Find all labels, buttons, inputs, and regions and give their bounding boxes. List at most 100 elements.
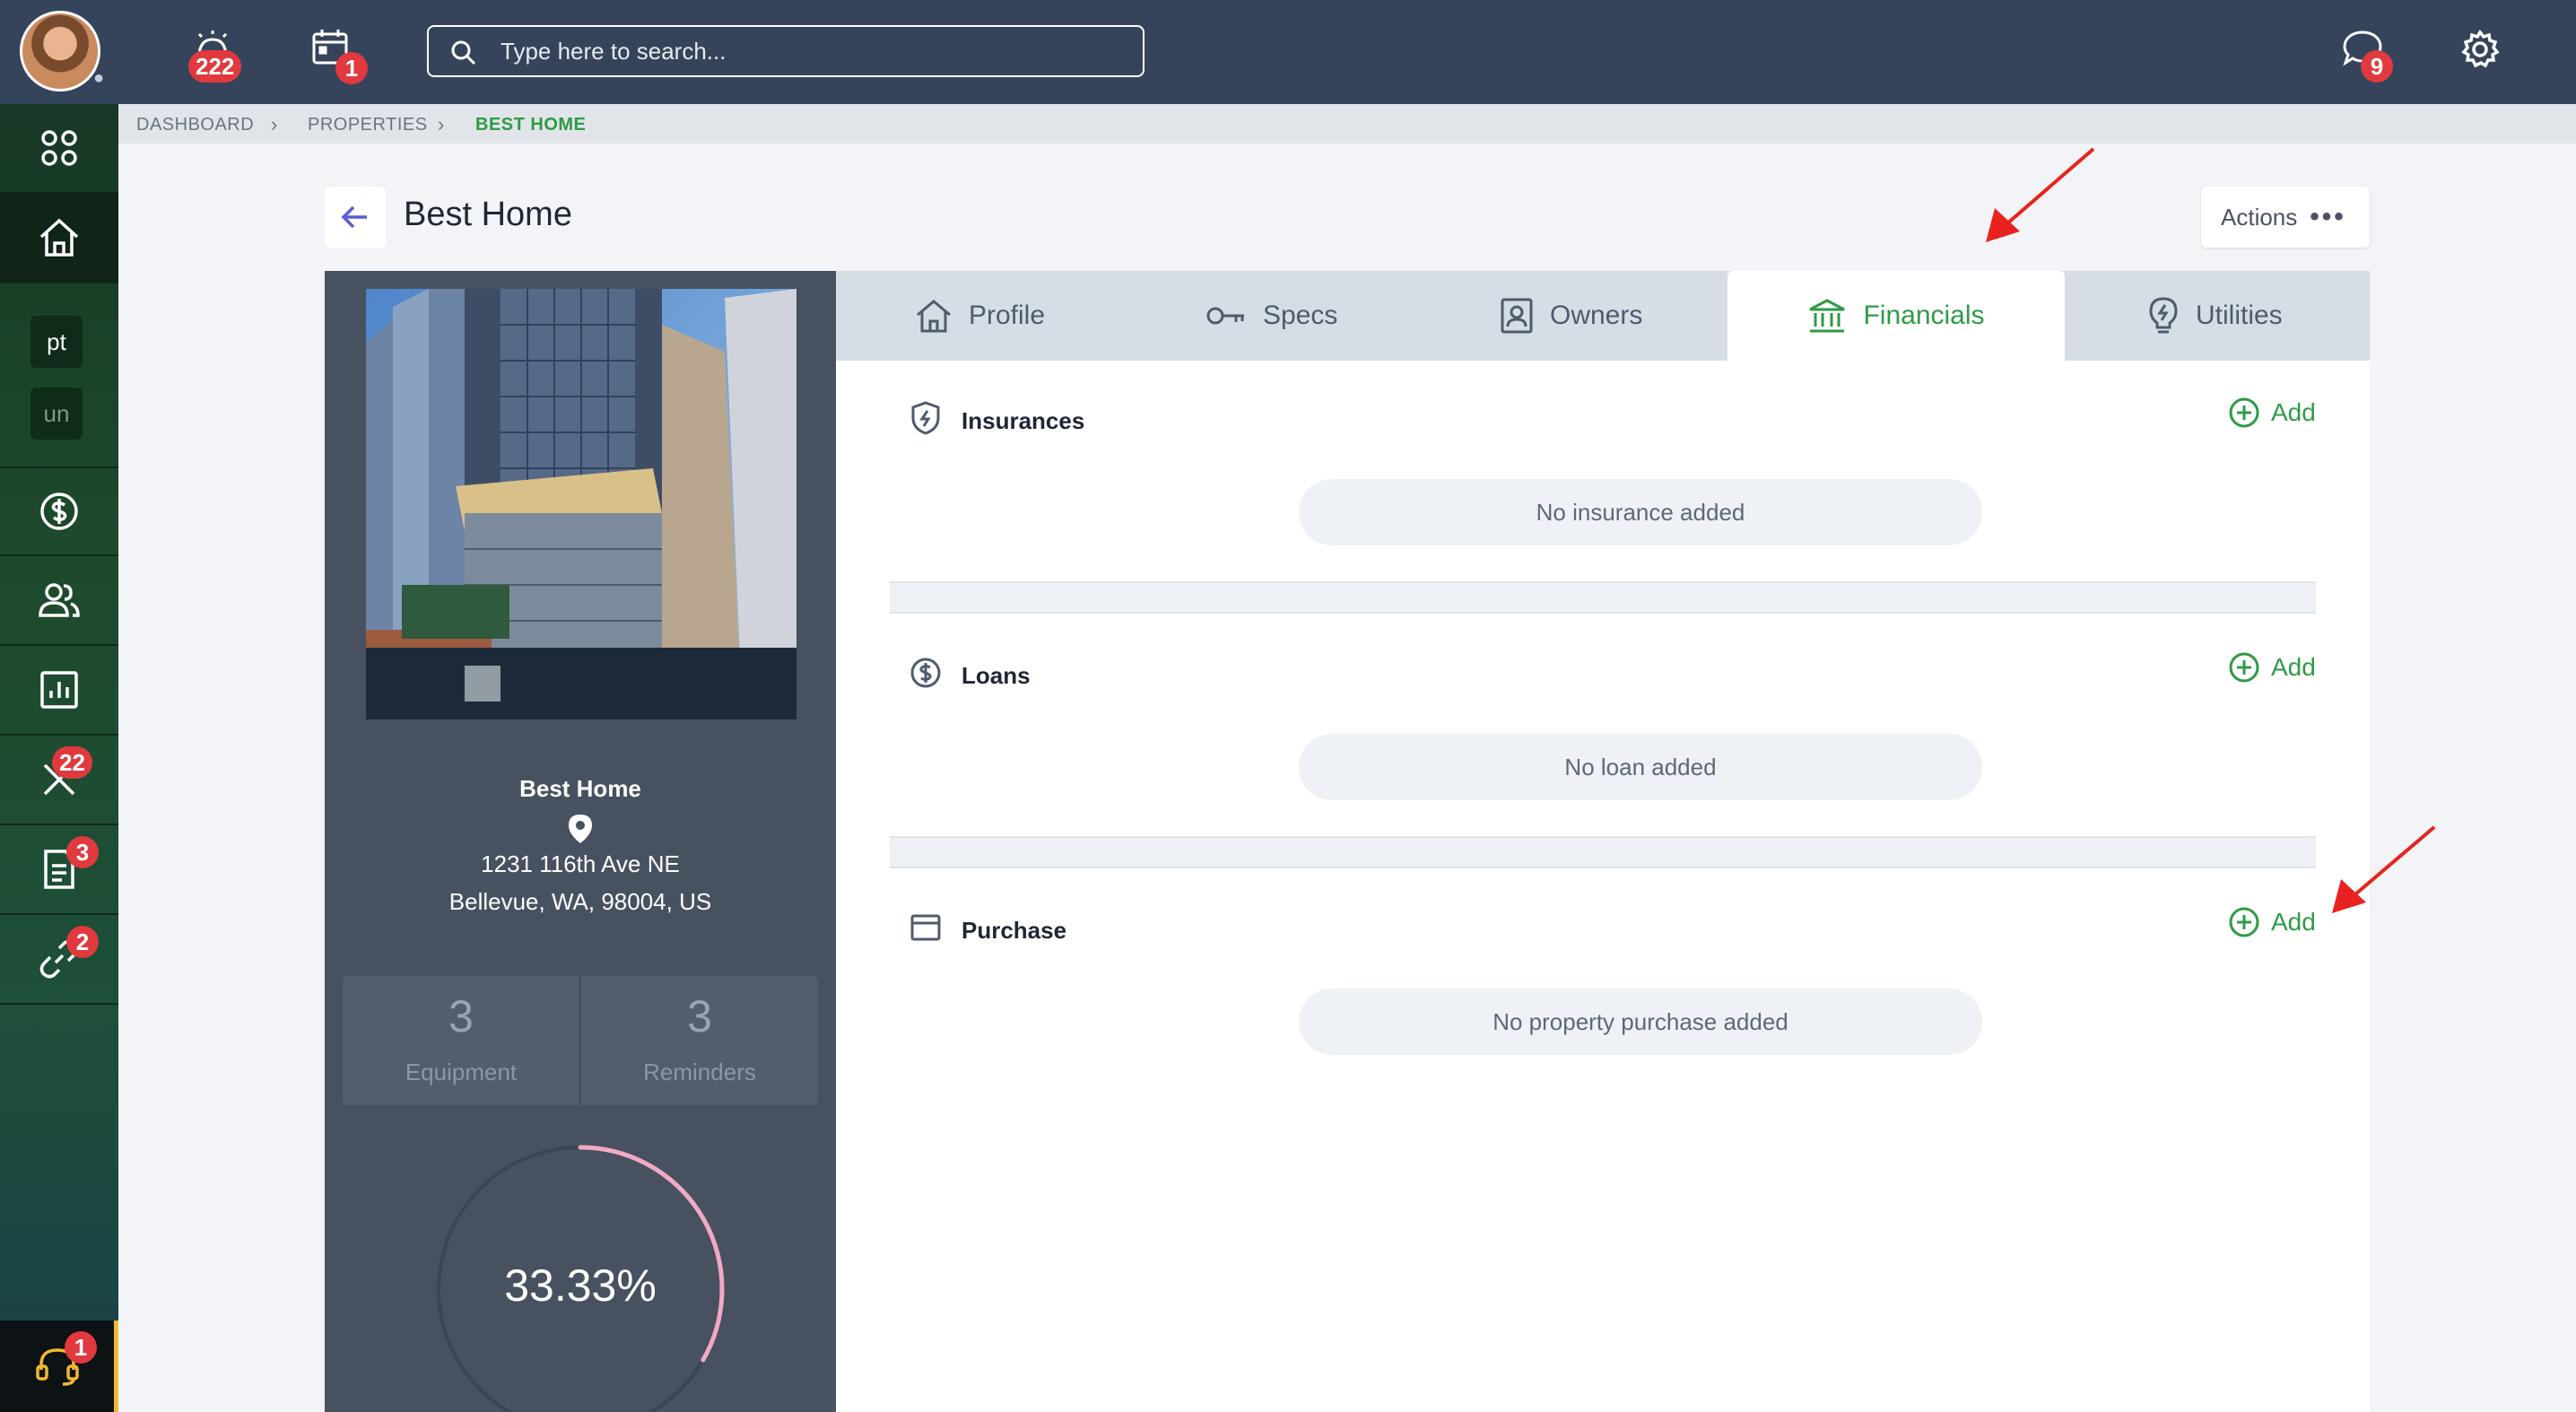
tab-specs-label: Specs [1263, 301, 1338, 330]
section-divider [890, 581, 2316, 614]
sidebar-item-documents[interactable]: 3 [0, 825, 118, 915]
address-line2: Bellevue, WA, 98004, US [448, 888, 712, 915]
tab-financials-label: Financials [1863, 301, 1985, 330]
sidebar-item-properties[interactable] [0, 194, 118, 283]
lightbulb-icon [2149, 297, 2178, 334]
chat-badge: 9 [2361, 50, 2393, 83]
reminders-label: Reminders [643, 1059, 756, 1085]
back-button[interactable] [325, 187, 386, 248]
sidebar-item-links[interactable]: 2 [0, 915, 118, 1005]
arrow-left-icon [341, 205, 367, 229]
links-badge: 2 [66, 926, 99, 958]
tab-financials[interactable]: Financials [1727, 271, 2065, 361]
left-sidebar: pt un 22 3 2 [0, 104, 118, 1412]
purchase-empty-state: No property purchase added [1299, 989, 1982, 1055]
sidebar-item-reports[interactable] [0, 646, 118, 736]
property-stats: 3 Equipment 3 Reminders [343, 976, 818, 1105]
tab-profile[interactable]: Profile [915, 271, 1045, 361]
apps-grid-icon [41, 130, 77, 166]
equipment-count: 3 [448, 991, 474, 1042]
breadcrumb: DASHBOARD › PROPERTIES › BEST HOME [118, 104, 2576, 144]
loan-empty-state: No loan added [1299, 734, 1982, 800]
tab-utilities[interactable]: Utilities [2147, 271, 2283, 361]
bank-icon [1809, 299, 1846, 333]
search-box[interactable] [427, 25, 1144, 77]
chat-button[interactable]: 9 [2341, 27, 2393, 83]
breadcrumb-dashboard[interactable]: DASHBOARD [136, 115, 254, 135]
add-loan-label: Add [2271, 653, 2316, 681]
calendar-badge: 1 [335, 52, 368, 84]
actions-label: Actions [2221, 203, 2298, 231]
plus-circle-icon [2229, 652, 2259, 683]
page-title: Best Home [404, 196, 572, 233]
key-icon [1206, 307, 1244, 325]
actions-button[interactable]: Actions ••• [2201, 187, 2370, 248]
completion-arc [578, 1145, 725, 1363]
location-pin-icon [569, 815, 592, 843]
insurance-empty-state: No insurance added [1299, 479, 1982, 545]
more-dots-icon: ••• [2310, 202, 2346, 231]
completion-ring: 33.33% [437, 1145, 725, 1412]
user-avatar[interactable] [20, 11, 100, 92]
address-line1: 1231 116th Ave NE [481, 850, 680, 877]
credit-card-icon [910, 914, 941, 941]
breadcrumb-properties[interactable]: PROPERTIES [308, 115, 428, 135]
sidebar-item-maintenance[interactable]: 22 [0, 736, 118, 825]
tab-specs[interactable]: Specs [1205, 271, 1337, 361]
equipment-stat[interactable]: 3 Equipment [343, 976, 579, 1105]
property-name: Best Home [519, 775, 641, 802]
add-purchase-label: Add [2271, 908, 2316, 936]
tab-bar: Profile Specs Owners Financials Utilitie… [836, 271, 2370, 361]
house-icon [39, 218, 79, 257]
add-insurance-button[interactable]: Add [2228, 397, 2316, 429]
shield-icon [911, 401, 940, 435]
annotation-arrow-add-purchase [2332, 825, 2436, 913]
dollar-circle-icon [40, 492, 78, 530]
gear-icon [2461, 29, 2500, 68]
tab-utilities-label: Utilities [2196, 301, 2283, 330]
reminders-stat[interactable]: 3 Reminders [581, 976, 818, 1105]
support-badge: 1 [65, 1331, 97, 1364]
house-icon [917, 300, 951, 333]
section-divider [890, 836, 2316, 868]
sidebar-item-apps[interactable] [0, 104, 118, 194]
person-card-icon [1501, 298, 1533, 334]
add-insurance-label: Add [2271, 398, 2316, 426]
breadcrumb-separator: › [438, 113, 445, 135]
plus-circle-icon [2229, 907, 2259, 937]
sidebar-item-contacts[interactable] [0, 556, 118, 646]
tab-owners[interactable]: Owners [1500, 271, 1642, 361]
alerts-badge: 222 [188, 50, 242, 83]
breadcrumb-current: BEST HOME [475, 115, 587, 135]
sidebar-item-finance[interactable] [0, 466, 118, 556]
completion-text: 33.33% [504, 1260, 657, 1311]
add-purchase-button[interactable]: Add [2228, 906, 2316, 938]
plus-circle-icon [2229, 397, 2259, 428]
bar-chart-icon [40, 671, 78, 709]
equipment-label: Equipment [405, 1059, 518, 1085]
documents-badge: 3 [66, 836, 99, 868]
breadcrumb-separator: › [271, 113, 278, 135]
property-photo [366, 289, 796, 719]
support-button[interactable]: 1 [0, 1320, 118, 1412]
settings-button[interactable] [2459, 29, 2501, 74]
financials-panel: Profile Specs Owners Financials Utilitie… [836, 271, 2370, 1412]
calendar-button[interactable]: 1 [310, 27, 368, 84]
pin-icon: ● [93, 68, 105, 88]
workspace-un[interactable]: un [30, 388, 83, 440]
top-bar: ● 222 1 9 [0, 0, 2576, 104]
reminders-count: 3 [687, 991, 712, 1042]
search-input[interactable] [500, 34, 1128, 68]
add-loan-button[interactable]: Add [2228, 651, 2316, 684]
insurances-title: Insurances [962, 407, 1085, 434]
purchase-title: Purchase [962, 917, 1067, 944]
people-icon [39, 583, 80, 617]
property-panel: Best Home 1231 116th Ave NE Bellevue, WA… [325, 271, 836, 1412]
tab-owners-label: Owners [1550, 301, 1643, 330]
maintenance-badge: 22 [52, 746, 92, 779]
workspace-pt[interactable]: pt [30, 316, 83, 368]
search-icon [451, 40, 476, 65]
tab-profile-label: Profile [969, 301, 1046, 330]
dollar-circle-icon [910, 658, 941, 688]
alerts-button[interactable]: 222 [188, 27, 242, 83]
